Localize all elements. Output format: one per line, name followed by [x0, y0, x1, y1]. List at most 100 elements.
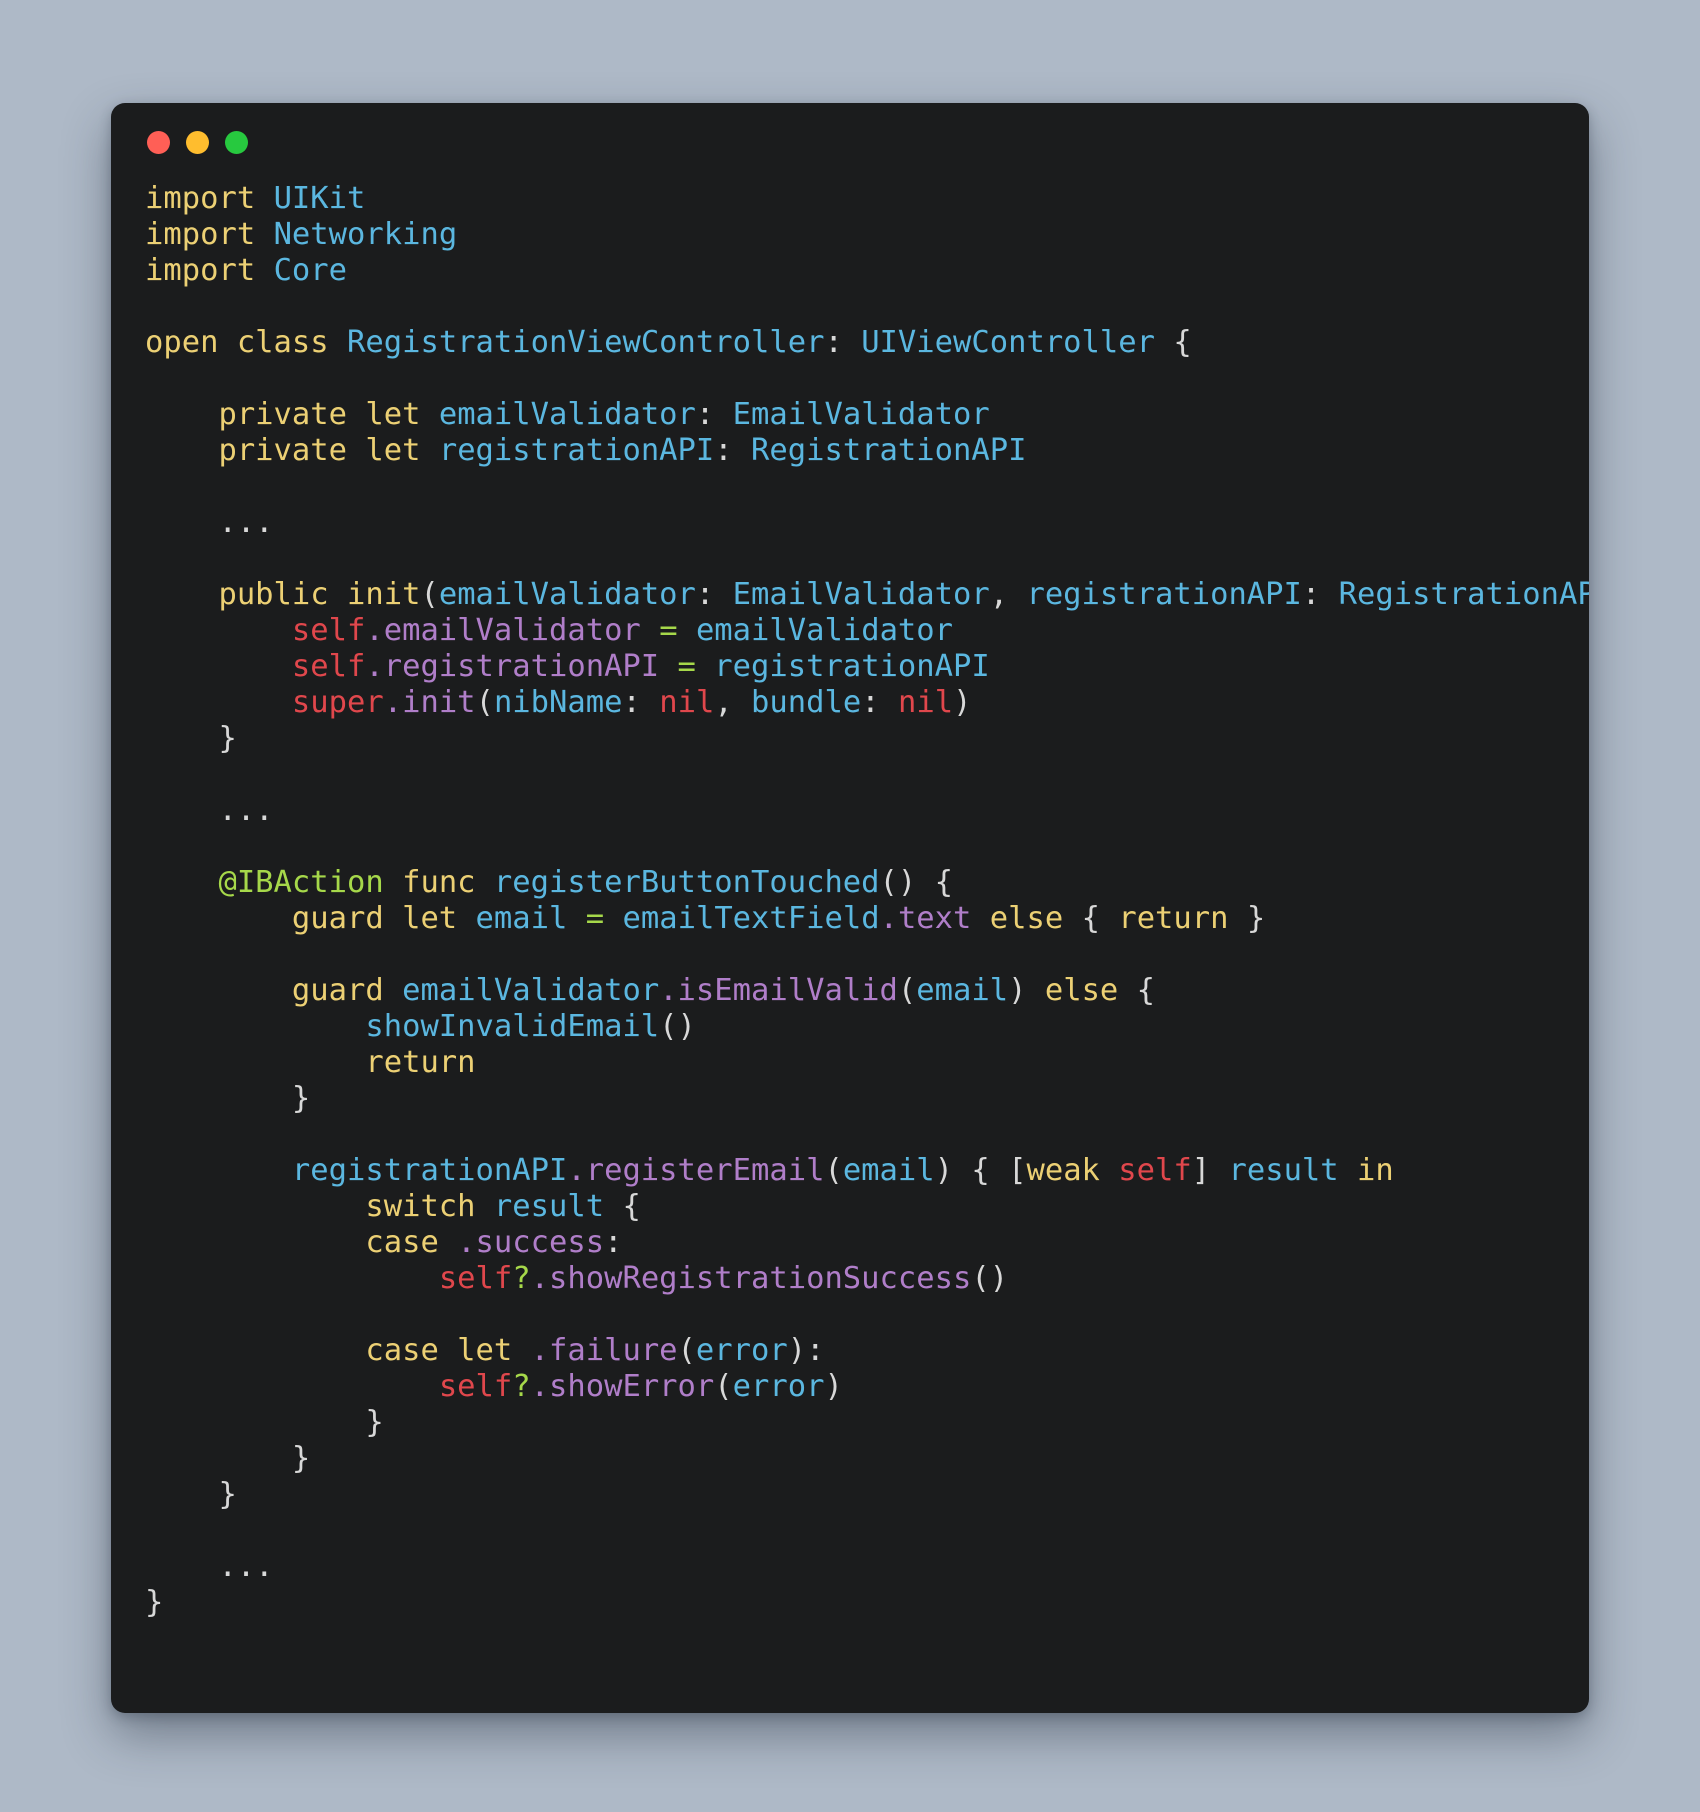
code-token-punc: :	[1301, 577, 1339, 612]
code-token-id: email	[475, 901, 568, 936]
code-token-id: registrationAPI	[1026, 577, 1302, 612]
code-line: import Core	[145, 253, 1589, 289]
code-token-dots: ...	[218, 505, 274, 540]
code-token-punc: )	[953, 685, 972, 720]
code-token-kw: import	[145, 181, 256, 216]
code-window: import UIKit import Networking import Core…	[111, 103, 1589, 1713]
code-token-op: =	[585, 901, 605, 936]
code-token-id: emailValidator	[402, 973, 660, 1008]
code-token-op: =	[659, 613, 678, 648]
code-token-id: email	[842, 1153, 935, 1188]
code-token-prop: .failure	[530, 1333, 678, 1368]
code-token-punc: }	[218, 1477, 237, 1512]
code-token-id: emailValidator	[438, 577, 696, 612]
code-token-punc: :	[695, 397, 733, 432]
code-token-punc: }	[1228, 901, 1266, 936]
code-token-prop: .text	[879, 901, 972, 936]
code-token-type: Core	[273, 253, 348, 288]
code-token-punc: :	[824, 325, 862, 360]
code-line: }	[145, 1477, 1589, 1513]
code-token-kw: else	[1044, 973, 1119, 1008]
code-token-self: nil	[659, 685, 715, 720]
code-token-kw: open class	[145, 325, 329, 360]
code-token-kw: case let	[365, 1333, 513, 1368]
code-line: open class RegistrationViewController: U…	[145, 325, 1589, 361]
code-token-id: registrationAPI	[714, 649, 990, 684]
code-token-kw: return	[1118, 901, 1229, 936]
code-token-id: nibName	[493, 685, 623, 720]
code-token-punc: )	[1008, 973, 1045, 1008]
minimize-button-icon[interactable]	[186, 130, 209, 154]
code-token-prop: .showRegistrationSuccess	[530, 1261, 972, 1296]
code-token-prop: .showError	[530, 1369, 715, 1404]
code-block[interactable]: import UIKit import Networking import Core…	[111, 181, 1589, 1621]
code-token-punc: (	[824, 1153, 843, 1188]
close-button-icon[interactable]	[147, 130, 170, 154]
code-line: super.init(nibName: nil, bundle: nil)	[145, 685, 1589, 721]
code-token-id: emailTextField	[622, 901, 880, 936]
code-line: self?.showError(error)	[145, 1369, 1589, 1405]
code-token-kw: import	[145, 253, 256, 288]
code-token-kw: return	[365, 1045, 476, 1080]
code-token-punc: ):	[787, 1333, 825, 1368]
code-token-self: super	[291, 685, 384, 720]
window-titlebar	[111, 103, 1589, 181]
code-token-kw: case	[365, 1225, 439, 1260]
code-token-type: UIViewController	[861, 325, 1155, 360]
code-token-punc: )	[824, 1369, 843, 1404]
code-token-punc: :	[695, 577, 733, 612]
code-token-prop: .emailValidator	[365, 613, 641, 648]
code-token-punc: ) { [	[934, 1153, 1027, 1188]
code-token-type: EmailValidator	[732, 397, 990, 432]
code-token-self: nil	[897, 685, 954, 720]
code-token-punc: {	[1118, 973, 1156, 1008]
code-token-punc: {	[1155, 325, 1192, 360]
code-token-id: error	[732, 1369, 825, 1404]
code-line: }	[145, 721, 1589, 757]
code-token-punc: {	[1063, 901, 1119, 936]
code-line: showInvalidEmail()	[145, 1009, 1589, 1045]
code-token-self: self	[438, 1369, 513, 1404]
code-line: private let emailValidator: EmailValidat…	[145, 397, 1589, 433]
code-token-id: bundle	[751, 685, 862, 720]
code-token-id: result	[493, 1189, 605, 1224]
code-token-prop: .registerEmail	[567, 1153, 825, 1188]
code-token-punc: }	[291, 1441, 311, 1476]
code-token-id: registrationAPI	[438, 433, 715, 468]
code-token-self: self	[438, 1261, 513, 1296]
code-token-dots: ...	[218, 793, 274, 828]
code-token-dots: ...	[218, 1549, 274, 1584]
maximize-button-icon[interactable]	[225, 130, 248, 154]
code-token-punc: () {	[879, 865, 953, 900]
code-line: case .success:	[145, 1225, 1589, 1261]
